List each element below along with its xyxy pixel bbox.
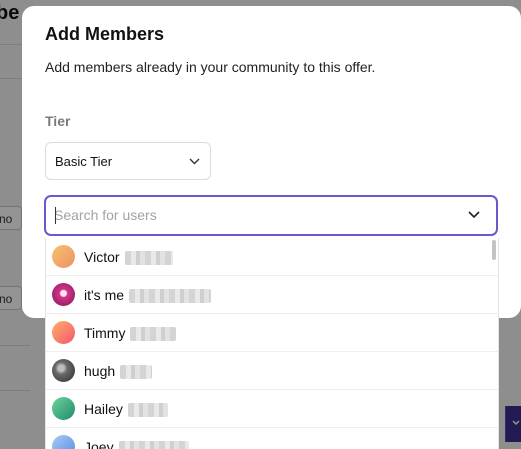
chevron-down-icon	[189, 158, 200, 165]
tier-select[interactable]: Basic Tier	[45, 142, 211, 180]
user-name: it's me	[84, 287, 125, 303]
avatar	[52, 359, 75, 382]
redacted-surname	[118, 441, 189, 449]
user-name-row: Hailey	[84, 401, 168, 418]
user-option-timmy[interactable]: Timmy	[46, 314, 498, 352]
user-option-joey[interactable]: Joey	[46, 428, 498, 449]
user-name-row: Victor	[84, 249, 173, 266]
avatar	[52, 283, 75, 306]
avatar	[52, 435, 75, 449]
user-dropdown-list: Victor it's me Timmy hugh Hailey Joey	[45, 238, 499, 449]
modal-subtitle: Add members already in your community to…	[45, 59, 376, 75]
user-name-row: Joey	[84, 439, 189, 449]
user-name: hugh	[84, 363, 116, 379]
user-name: Hailey	[84, 401, 123, 417]
user-name-row: Timmy	[84, 325, 177, 342]
user-search-combobox[interactable]	[44, 195, 498, 236]
redacted-surname	[130, 327, 177, 342]
search-input[interactable]	[54, 205, 454, 225]
user-name: Victor	[84, 249, 120, 265]
user-option-victor[interactable]: Victor	[46, 238, 498, 276]
tier-selected-value: Basic Tier	[55, 154, 113, 169]
user-option-hailey[interactable]: Hailey	[46, 390, 498, 428]
user-name: Joey	[84, 439, 114, 449]
user-option-its-me[interactable]: it's me	[46, 276, 498, 314]
chevron-down-icon[interactable]	[468, 211, 480, 219]
user-name-row: it's me	[84, 287, 212, 304]
avatar	[52, 397, 75, 420]
redacted-surname	[127, 403, 168, 418]
user-option-hugh[interactable]: hugh	[46, 352, 498, 390]
avatar	[52, 245, 75, 268]
avatar	[52, 321, 75, 344]
modal-title: Add Members	[45, 24, 165, 44]
text-caret	[55, 207, 56, 224]
tier-label: Tier	[45, 113, 71, 129]
redacted-surname	[124, 251, 173, 266]
user-name-row: hugh	[84, 363, 153, 380]
redacted-surname	[129, 289, 212, 304]
user-name: Timmy	[84, 325, 126, 341]
redacted-surname	[120, 365, 153, 380]
